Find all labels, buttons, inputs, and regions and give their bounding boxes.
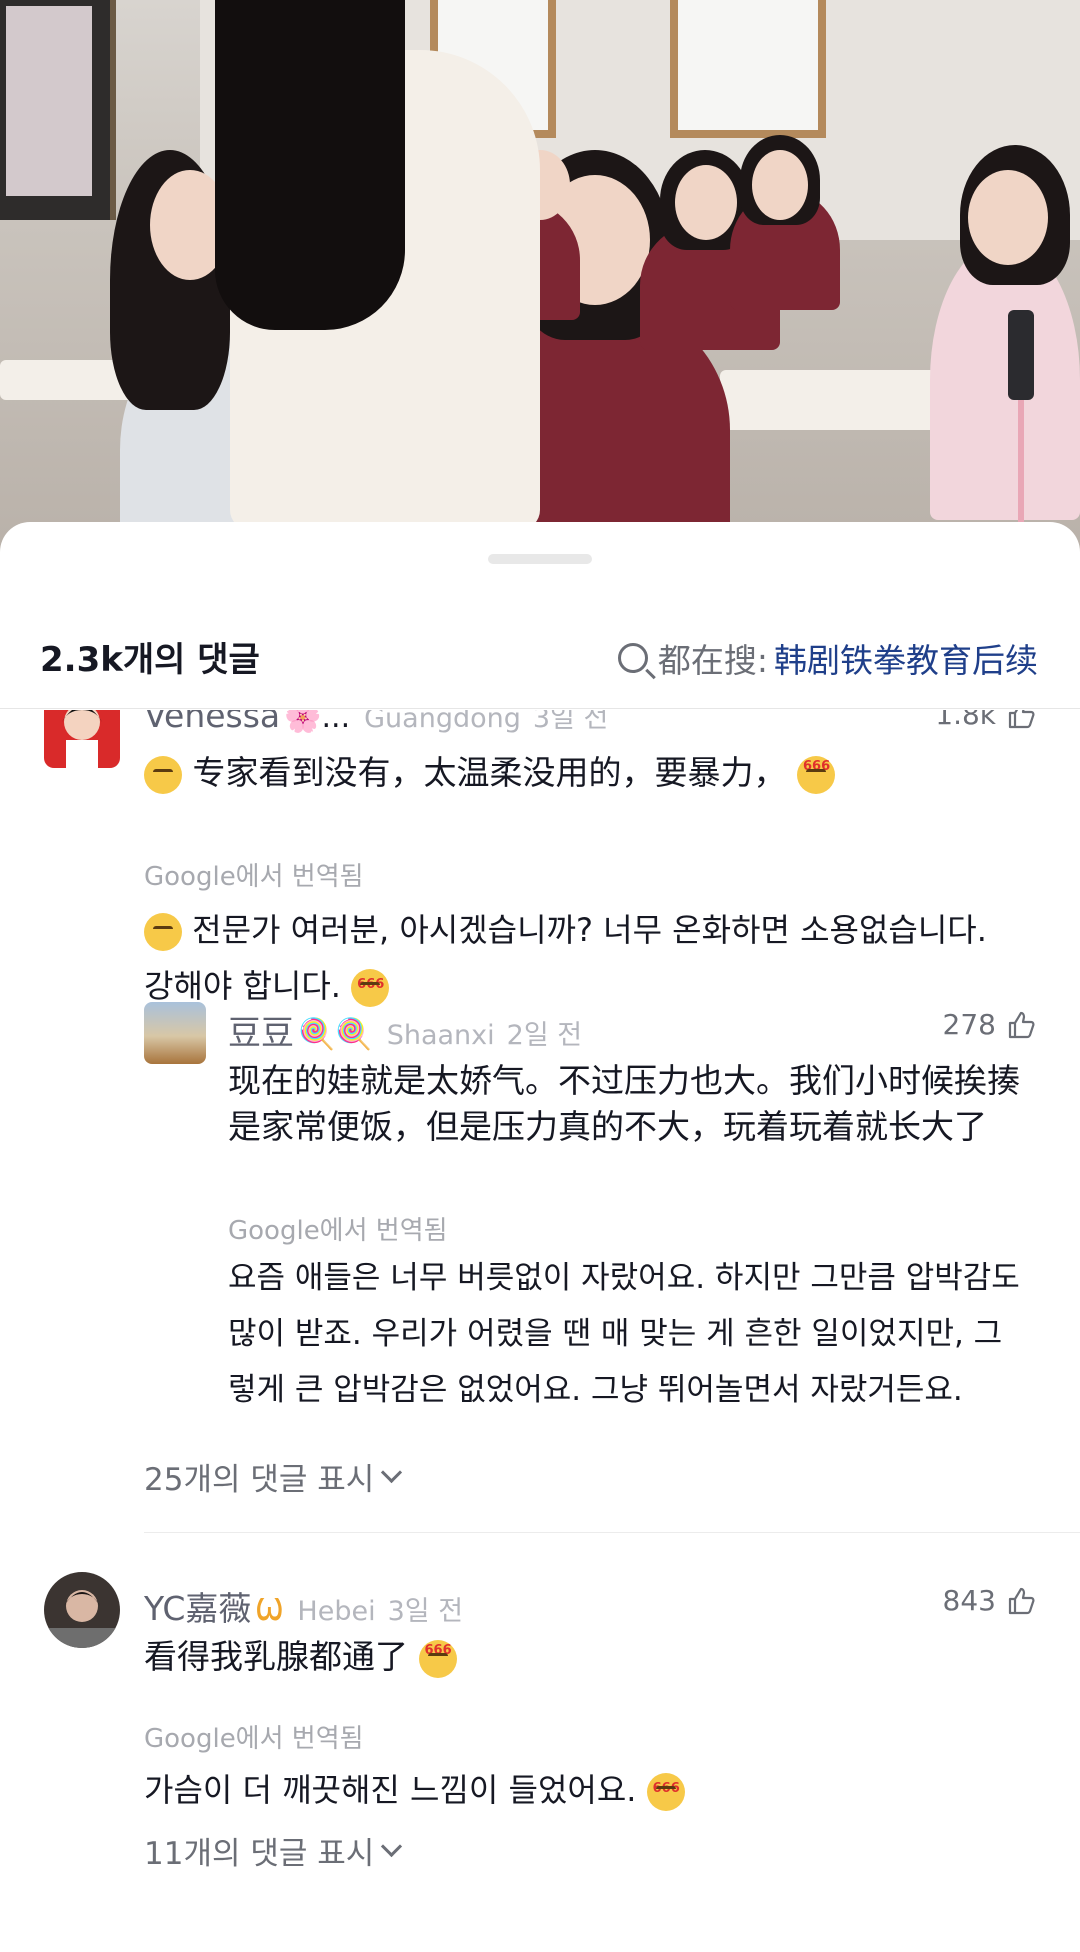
reply-translation-text: 요즘 애들은 너무 버릇없이 자랐어요. 하지만 그만큼 압박감도 많이 받죠.… [228, 1260, 1020, 1408]
classroom-window [670, 0, 826, 138]
reply-avatar[interactable] [144, 1002, 206, 1064]
like-count: 278 [942, 1008, 996, 1041]
translation-label: Google에서 번역됨 [144, 862, 364, 892]
comments-sheet: 2.3k개의 댓글 都在搜: 韩剧铁拳教育后续 Venessa 🌸... Gua… [0, 522, 1080, 1952]
show-replies-button[interactable]: 25개의 댓글 표시 [144, 1454, 403, 1499]
comment-count-title: 2.3k개의 댓글 [40, 640, 260, 680]
reply-region: Shaanxi [386, 1020, 495, 1051]
drag-handle[interactable] [488, 554, 592, 564]
emoji-thinking-icon [144, 755, 182, 794]
comment-region: Guangdong [364, 710, 521, 734]
comment-body: 看得我乳腺都通了 [144, 1637, 408, 1676]
show-replies-label: 25개의 댓글 표시 [144, 1462, 375, 1498]
student-face [675, 165, 737, 240]
avatar[interactable] [44, 1572, 120, 1648]
like-icon [1008, 710, 1035, 728]
header-divider [0, 708, 1080, 709]
comment-list[interactable]: Venessa 🌸... Guangdong 3일 전 1.8k 专家看到没有，… [0, 710, 1080, 1952]
user-badge: 🌸... [284, 710, 351, 735]
translation-label: Google에서 번역됨 [228, 1216, 448, 1246]
comment-time: 3일 전 [532, 710, 609, 734]
video-player[interactable] [0, 0, 1080, 560]
like-icon [1008, 1011, 1035, 1038]
student-face [752, 150, 808, 220]
reply-username[interactable]: 豆豆 [228, 1006, 294, 1054]
standing-student-hair [215, 0, 405, 330]
comment-meta: Venessa 🌸... Guangdong 3일 전 [144, 710, 608, 735]
comments-header: 2.3k개의 댓글 都在搜: 韩剧铁拳教育后续 [0, 612, 1080, 708]
reply-text: 现在的娃就是太娇气。不过压力也大。我们小时候挨揍是家常便饭，但是压力真的不大，玩… [228, 1061, 1020, 1146]
comment-body: 专家看到没有，太温柔没用的，要暴力， [192, 753, 787, 792]
phone-on-tripod [1008, 310, 1034, 400]
comment-username[interactable]: Venessa [144, 710, 280, 735]
translation-label: Google에서 번역됨 [144, 1724, 364, 1754]
show-replies-label: 11개의 댓글 표시 [144, 1836, 375, 1872]
emoji-666-icon [351, 957, 390, 1013]
translation-text: 가슴이 더 깨끗해진 느낌이 들었어요. [144, 1761, 1024, 1818]
comment-region: Hebei [297, 1596, 376, 1627]
translation-line: 가슴이 더 깨끗해진 느낌이 들었어요. [144, 1771, 637, 1809]
like-icon [1008, 1587, 1035, 1614]
comment-username[interactable]: YC嘉薇 [144, 1582, 251, 1630]
user-badge: Ѡ [255, 1593, 284, 1628]
reply-like-button[interactable]: 278 [943, 1008, 1036, 1041]
student-face [968, 170, 1048, 265]
trending-search[interactable]: 都在搜: 韩剧铁拳教育后续 [617, 634, 1038, 682]
reply-time: 2일 전 [506, 1020, 583, 1051]
emoji-666-icon [646, 1761, 685, 1817]
translation-line: 전문가 여러분, 아시겠습니까? 너무 온화하면 소용없습니다. [192, 911, 987, 949]
translation-line: 강해야 합니다. [144, 967, 341, 1005]
like-count: 1.8k [935, 710, 996, 731]
comment-time: 3일 전 [387, 1596, 464, 1627]
emoji-666-icon [418, 1628, 457, 1678]
bulletin-board [0, 0, 116, 220]
comment-text: 专家看到没有，太温柔没用的，要暴力， [144, 744, 1024, 796]
like-count: 843 [942, 1584, 996, 1617]
emoji-thinking-icon [144, 913, 182, 951]
chevron-down-icon [381, 1835, 403, 1858]
like-button[interactable]: 1.8k [935, 710, 1036, 731]
reply-meta: 豆豆 🍭🍭 Shaanxi 2일 전 [228, 1006, 582, 1054]
translation-text: 전문가 여러분, 아시겠습니까? 너무 온화하면 소용없습니다. 강해야 합니다… [144, 902, 1074, 1014]
trending-search-term[interactable]: 韩剧铁拳教育后续 [774, 634, 1038, 682]
search-icon [617, 643, 648, 673]
comment-divider [144, 1532, 1080, 1533]
comment-meta: YC嘉薇 Ѡ Hebei 3일 전 [144, 1582, 463, 1630]
chevron-down-icon [381, 1461, 403, 1484]
like-button[interactable]: 843 [943, 1584, 1036, 1617]
emoji-666-icon [797, 744, 835, 794]
avatar[interactable] [44, 710, 120, 768]
show-replies-button[interactable]: 11개의 댓글 표시 [144, 1828, 403, 1873]
trending-search-prefix: 都在搜: [657, 641, 768, 680]
user-badge: 🍭🍭 [298, 1017, 373, 1052]
comment-text: 看得我乳腺都通了 [144, 1628, 1024, 1680]
